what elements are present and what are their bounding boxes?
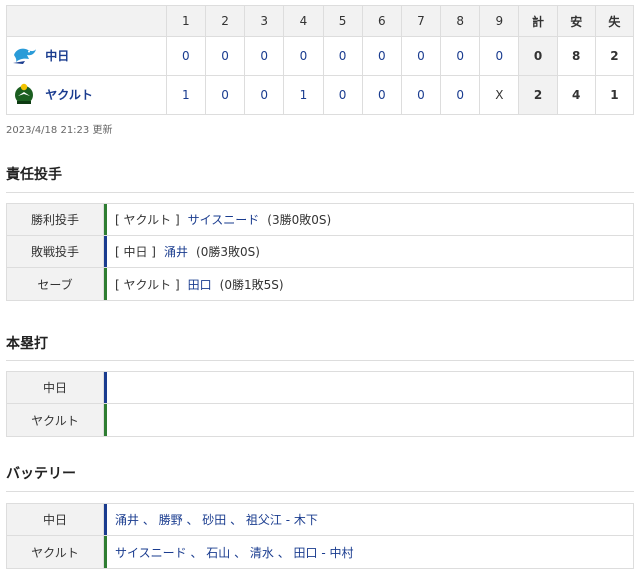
battery-row-dragons: 中日 涌井 、 勝野 、 砂田 、 祖父江 - 木下 (7, 504, 633, 536)
save-pitcher-link[interactable]: 田口 (188, 276, 212, 293)
swallows-inning-4: 1 (283, 75, 324, 115)
loss-pitcher-link[interactable]: 涌井 (164, 243, 188, 260)
dragons-inning-7: 0 (400, 36, 442, 76)
inning-3-header: 3 (244, 5, 285, 37)
dragons-inning-1: 0 (165, 36, 206, 76)
dragons-inning-2: 0 (204, 36, 246, 76)
section-title-responsible-pitchers: 責任投手 (6, 167, 62, 183)
inning-2-header: 2 (204, 5, 246, 37)
loss-pitcher-row: 敗戦投手 [ 中日 ] 涌井 (0勝3敗0S) (7, 236, 633, 268)
inning-1-header: 1 (165, 5, 206, 37)
row-label: ヤクルト (7, 536, 104, 568)
runs-total-header: 計 (518, 5, 558, 37)
dragons-errors: 2 (594, 36, 635, 76)
dragons-logo-icon (11, 45, 37, 68)
swallows-inning-7: 0 (400, 75, 442, 115)
row-label: 勝利投手 (7, 204, 104, 235)
pitcher-record: (3勝0敗0S) (267, 213, 332, 227)
home-run-row-swallows: ヤクルト (7, 404, 633, 436)
team-tag: [ ヤクルト ] (115, 213, 180, 227)
section-divider (6, 192, 634, 193)
battery-players-dragons[interactable]: 涌井 、 勝野 、 砂田 、 祖父江 - 木下 (115, 511, 318, 528)
dragons-runs-total: 0 (518, 36, 558, 76)
section-title-battery: バッテリー (6, 466, 76, 482)
home-run-value (107, 404, 633, 436)
dragons-inning-8: 0 (440, 36, 481, 76)
swallows-errors: 1 (594, 75, 635, 115)
home-runs-table: 中日 ヤクルト (6, 371, 634, 437)
pitcher-record: (0勝3敗0S) (196, 245, 260, 259)
row-label: 中日 (7, 504, 104, 535)
team-cell-dragons[interactable]: 中日 (6, 36, 167, 76)
row-label: 敗戦投手 (7, 236, 104, 267)
dragons-inning-6: 0 (361, 36, 402, 76)
hits-header: 安 (556, 5, 596, 37)
dragons-hits: 8 (556, 36, 596, 76)
swallows-hits: 4 (556, 75, 596, 115)
team-cell-swallows[interactable]: ヤクルト (6, 75, 167, 115)
home-run-row-dragons: 中日 (7, 372, 633, 404)
inning-4-header: 4 (283, 5, 324, 37)
dragons-inning-3: 0 (244, 36, 285, 76)
swallows-inning-8: 0 (440, 75, 481, 115)
inning-9-header: 9 (479, 5, 520, 37)
win-pitcher-link[interactable]: サイスニード (188, 211, 260, 228)
battery-table: 中日 涌井 、 勝野 、 砂田 、 祖父江 - 木下 ヤクルト サイスニード 、… (6, 503, 634, 569)
updated-timestamp: 2023/4/18 21:23 更新 (6, 125, 113, 136)
swallows-inning-3: 0 (244, 75, 285, 115)
inning-7-header: 7 (400, 5, 442, 37)
team-row-dragons: 中日 0 0 0 0 0 0 0 0 0 0 8 2 (6, 36, 635, 76)
dragons-inning-4: 0 (283, 36, 324, 76)
scoreboard: 1 2 3 4 5 6 7 8 9 計 安 失 中日 0 0 0 0 0 0 0… (6, 5, 635, 115)
errors-header: 失 (594, 5, 635, 37)
section-divider (6, 360, 634, 361)
dragons-inning-5: 0 (322, 36, 363, 76)
section-divider (6, 491, 634, 492)
dragons-inning-9: 0 (479, 36, 520, 76)
section-title-home-runs: 本塁打 (6, 336, 48, 352)
swallows-inning-9: X (479, 75, 520, 115)
swallows-runs-total: 2 (518, 75, 558, 115)
team-tag: [ 中日 ] (115, 245, 156, 259)
battery-row-swallows: ヤクルト サイスニード 、 石山 、 清水 、 田口 - 中村 (7, 536, 633, 568)
inning-6-header: 6 (361, 5, 402, 37)
pitcher-record: (0勝1敗5S) (219, 277, 284, 292)
row-label: セーブ (7, 268, 104, 300)
swallows-inning-6: 0 (361, 75, 402, 115)
swallows-inning-2: 0 (204, 75, 246, 115)
inning-5-header: 5 (322, 5, 363, 37)
team-name-swallows: ヤクルト (45, 87, 93, 102)
responsible-pitchers-table: 勝利投手 [ ヤクルト ] サイスニード (3勝0敗0S) 敗戦投手 [ 中日 … (6, 203, 634, 301)
team-name-dragons: 中日 (45, 48, 70, 63)
inning-8-header: 8 (440, 5, 481, 37)
home-run-value (107, 372, 633, 403)
swallows-logo-icon (11, 82, 37, 109)
row-label: 中日 (7, 372, 104, 403)
swallows-inning-1: 1 (165, 75, 206, 115)
team-header (6, 5, 167, 37)
battery-players-swallows[interactable]: サイスニード 、 石山 、 清水 、 田口 - 中村 (115, 544, 354, 561)
team-row-swallows: ヤクルト 1 0 0 1 0 0 0 0 X 2 4 1 (6, 75, 635, 115)
team-tag: [ ヤクルト ] (115, 277, 180, 292)
swallows-inning-5: 0 (322, 75, 363, 115)
row-label: ヤクルト (7, 404, 104, 436)
save-pitcher-row: セーブ [ ヤクルト ] 田口 (0勝1敗5S) (7, 268, 633, 300)
win-pitcher-row: 勝利投手 [ ヤクルト ] サイスニード (3勝0敗0S) (7, 204, 633, 236)
